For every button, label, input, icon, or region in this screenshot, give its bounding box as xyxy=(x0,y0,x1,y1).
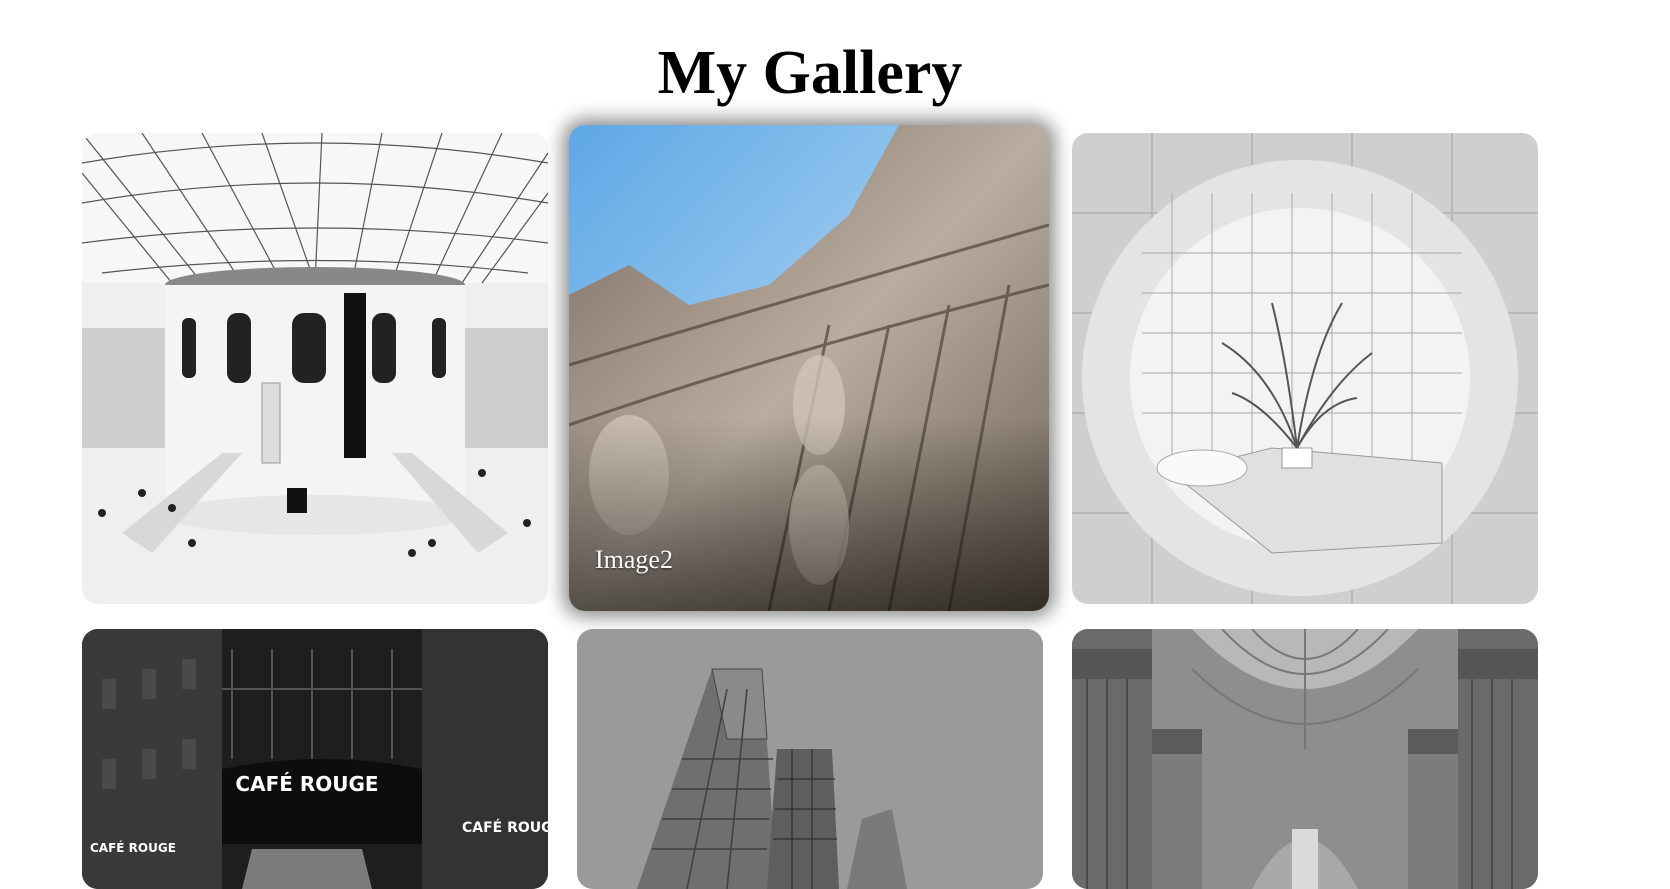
gallery-card-4[interactable]: CAFÉ ROUGE CAFÉ ROUGE CAFÉ ROUGE xyxy=(82,629,548,889)
page-title: My Gallery xyxy=(657,39,963,107)
gallery-image-2 xyxy=(569,125,1049,611)
gallery-image-6 xyxy=(1072,629,1538,889)
cafe-sign-main: CAFÉ ROUGE xyxy=(235,772,378,796)
gallery-image-4: CAFÉ ROUGE CAFÉ ROUGE CAFÉ ROUGE xyxy=(82,629,548,889)
gallery-card-6[interactable] xyxy=(1072,629,1538,889)
cafe-sign-left: CAFÉ ROUGE xyxy=(90,840,176,855)
cafe-sign-right: CAFÉ ROUGE xyxy=(462,819,548,836)
gallery-card-1[interactable] xyxy=(82,133,548,604)
image-caption: Image2 xyxy=(595,545,673,574)
gallery-card-2[interactable]: Image2 xyxy=(569,125,1049,611)
gallery-image-1 xyxy=(82,133,548,604)
gallery-image-5 xyxy=(577,629,1043,889)
gallery-card-5[interactable] xyxy=(577,629,1043,889)
gallery-image-3 xyxy=(1072,133,1538,604)
gallery-card-3[interactable] xyxy=(1072,133,1538,604)
